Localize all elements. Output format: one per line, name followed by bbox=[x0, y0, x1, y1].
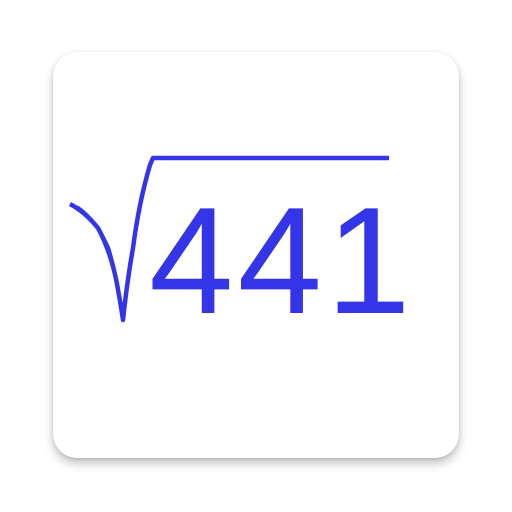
radicand-number: 441 bbox=[149, 176, 415, 346]
icon-stage: 441 bbox=[0, 0, 512, 512]
app-icon-card[interactable]: 441 bbox=[53, 52, 459, 458]
